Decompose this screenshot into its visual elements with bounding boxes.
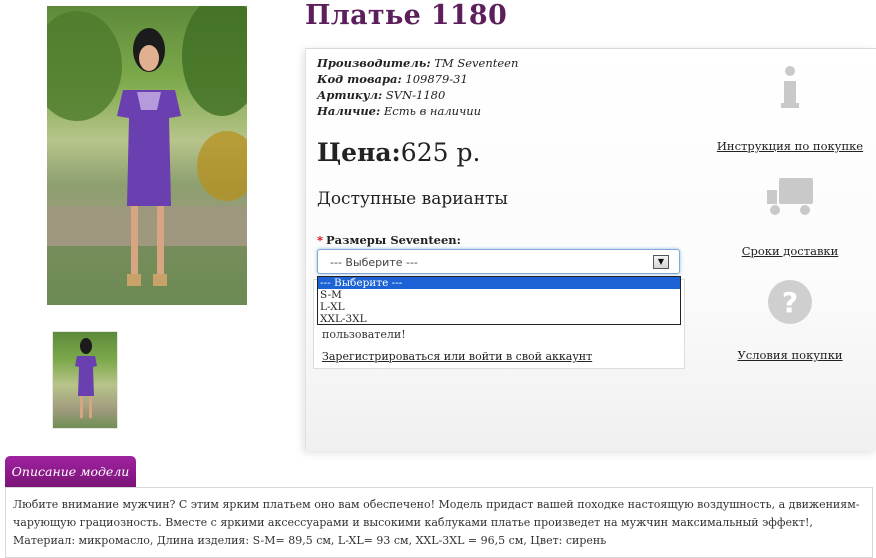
login-notice-message: пользователи! <box>322 328 406 341</box>
svg-text:?: ? <box>782 286 798 319</box>
size-dropdown-list: --- Выберите --- S-M L-XL XXL-3XL <box>317 276 681 325</box>
truck-icon <box>767 178 813 215</box>
product-main-photo[interactable] <box>47 6 247 305</box>
model-photo-illustration <box>47 6 247 305</box>
availability-row: Наличие: Есть в наличии <box>317 103 518 119</box>
chevron-down-icon[interactable]: ▼ <box>653 255 669 269</box>
manufacturer-value: TM Seventeen <box>434 56 519 70</box>
size-option[interactable]: L-XL <box>318 301 680 313</box>
size-select-value: --- Выберите --- <box>330 256 418 269</box>
page-title: Платье 1180 <box>305 0 508 31</box>
sku-row: Артикул: SVN-1180 <box>317 87 518 103</box>
tab-description[interactable]: Описание модели <box>5 456 136 487</box>
size-label: * Размеры Seventeen: <box>317 233 461 247</box>
info-icon <box>781 66 799 108</box>
sku-label: Артикул: <box>317 88 383 102</box>
code-value: 109879-31 <box>405 72 468 86</box>
instructions-block: Инструкция по покупке <box>715 65 865 153</box>
conditions-block: ? Условия покупки <box>715 278 865 362</box>
variants-heading: Доступные варианты <box>317 189 508 209</box>
product-meta: Производитель: TM Seventeen Код товара: … <box>317 55 518 119</box>
availability-label: Наличие: <box>317 104 381 118</box>
question-icon: ? <box>768 280 812 324</box>
thumbnail-illustration <box>75 338 97 418</box>
register-login-link[interactable]: Зарегистрироваться или войти в свой акка… <box>322 350 592 363</box>
size-option[interactable]: --- Выберите --- <box>318 277 680 289</box>
availability-value: Есть в наличии <box>383 104 482 118</box>
size-option[interactable]: S-M <box>318 289 680 301</box>
instructions-link[interactable]: Инструкция по покупке <box>717 139 863 153</box>
code-row: Код товара: 109879-31 <box>317 71 518 87</box>
manufacturer-row: Производитель: TM Seventeen <box>317 55 518 71</box>
code-label: Код товара: <box>317 72 402 86</box>
size-select[interactable]: --- Выберите --- ▼ <box>317 249 680 274</box>
product-thumbnail[interactable] <box>52 331 118 429</box>
price-value: 625 р. <box>400 138 481 167</box>
conditions-link[interactable]: Условия покупки <box>737 348 842 362</box>
size-option[interactable]: XXL-3XL <box>318 313 680 325</box>
sku-value: SVN-1180 <box>385 88 446 102</box>
price: Цена:625 р. <box>317 138 480 167</box>
price-label: Цена: <box>317 138 401 167</box>
delivery-block: Сроки доставки <box>715 176 865 258</box>
required-marker: * <box>317 233 324 247</box>
description-text: Любите внимание мужчин? С этим ярким пла… <box>13 498 860 547</box>
size-label-text: Размеры Seventeen: <box>326 233 461 247</box>
delivery-link[interactable]: Сроки доставки <box>742 244 839 258</box>
manufacturer-label: Производитель: <box>317 56 431 70</box>
